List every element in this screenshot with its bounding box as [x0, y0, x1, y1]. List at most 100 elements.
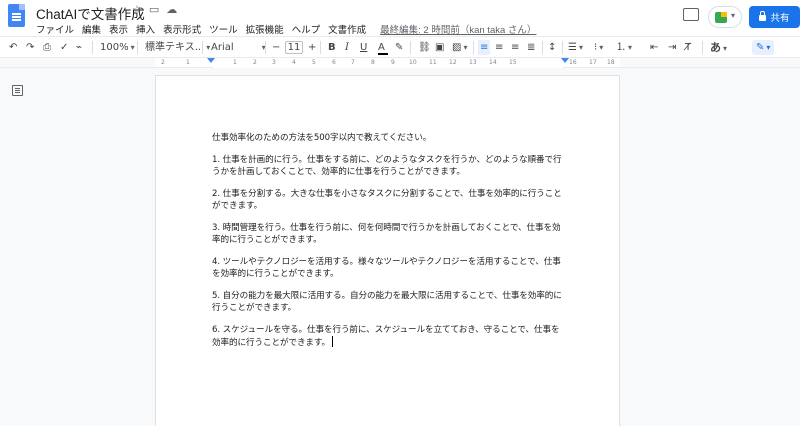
document-title[interactable]: ChatAIで文書作成 — [36, 3, 145, 23]
undo-icon[interactable]: ↶ — [9, 40, 17, 55]
star-icon[interactable]: ☆ — [132, 3, 142, 16]
ruler-mark: 9 — [391, 59, 395, 66]
ruler-mark: 16 — [569, 59, 577, 66]
insert-link-icon[interactable]: ⛓ — [418, 40, 431, 55]
insert-image-icon[interactable]: ▨ ▾ — [452, 40, 467, 55]
input-tools-button[interactable]: あ ▾ — [710, 40, 727, 55]
clear-formatting-icon[interactable]: T̸ — [685, 40, 691, 55]
chevron-down-icon: ▾ — [206, 43, 211, 52]
menu-file[interactable]: ファイル — [36, 22, 74, 36]
list-paragraph-4: 4. ツールやテクノロジーを活用する。様々なツールやテクノロジーを活用することで… — [212, 257, 561, 279]
menu-bar: ファイル 編集 表示 挿入 表示形式 ツール 拡張機能 ヘルプ 文書作成 最終編… — [36, 22, 536, 36]
ruler[interactable]: 2 1 1 2 3 4 5 6 7 8 9 10 11 12 13 14 15 … — [155, 58, 620, 68]
ruler-mark: 13 — [469, 59, 477, 66]
share-button[interactable]: 共有 — [749, 6, 800, 28]
ruler-mark: 3 — [272, 59, 276, 66]
menu-insert[interactable]: 挿入 — [136, 22, 155, 36]
ruler-mark: 2 — [253, 59, 257, 66]
list-paragraph-6-text: 6. スケジュールを守る。仕事を行う前に、スケジュールを立てておき、守ることで、… — [212, 325, 560, 348]
docs-logo-icon[interactable] — [8, 4, 25, 27]
toolbar-divider — [702, 41, 703, 54]
checklist-icon[interactable]: ☰ ▾ — [568, 40, 583, 55]
comment-history-icon[interactable] — [683, 8, 699, 21]
underline-button[interactable]: U — [360, 40, 367, 55]
align-right-icon[interactable]: ≡ — [511, 40, 519, 55]
italic-button[interactable]: I — [345, 40, 349, 55]
menu-tools[interactable]: ツール — [209, 22, 238, 36]
paragraph-style-select[interactable]: 標準テキス... ▾ — [145, 40, 210, 55]
paint-format-icon[interactable]: ⌁ — [76, 40, 82, 55]
ruler-mark: 6 — [332, 59, 336, 66]
menu-extensions[interactable]: 拡張機能 — [246, 22, 284, 36]
font-size-input[interactable]: 11 — [285, 41, 303, 54]
redo-icon[interactable]: ↷ — [26, 40, 34, 55]
list-paragraph-1: 1. 仕事を計画的に行う。仕事をする前に、どのようなタスクを行うか、どのような順… — [212, 155, 562, 177]
ruler-mark: 2 — [161, 59, 165, 66]
increase-indent-icon[interactable]: ⇥ — [668, 40, 676, 55]
menu-edit[interactable]: 編集 — [82, 22, 101, 36]
menu-help[interactable]: ヘルプ — [292, 22, 321, 36]
ruler-mark: 17 — [589, 59, 597, 66]
toolbar-divider — [562, 41, 563, 54]
document-page[interactable]: 仕事効率化のための方法を500字以内で教えてください。 1. 仕事を計画的に行う… — [155, 75, 620, 426]
chevron-down-icon: ▾ — [723, 44, 728, 53]
font-select[interactable]: Arial ▾ — [211, 40, 266, 55]
ruler-mark: 18 — [607, 59, 615, 66]
list-paragraph-6: 6. スケジュールを守る。仕事を行う前に、スケジュールを立てておき、守ることで、… — [212, 324, 562, 349]
toolbar-divider — [137, 41, 138, 54]
chevron-down-icon: ▾ — [731, 11, 736, 20]
ruler-mark: 8 — [371, 59, 375, 66]
line-spacing-icon[interactable]: ↕ — [548, 40, 556, 55]
justify-icon[interactable]: ≣ — [527, 40, 535, 55]
numbered-list-icon[interactable]: ⒈ ▾ — [616, 40, 632, 55]
document-outline-icon[interactable] — [12, 85, 23, 96]
toolbar-divider — [473, 41, 474, 54]
ruler-mark: 4 — [292, 59, 296, 66]
title-icons: ☆ ▭ ☁ — [132, 3, 177, 16]
right-indent-marker[interactable] — [561, 58, 569, 63]
decrease-indent-icon[interactable]: ⇤ — [650, 40, 658, 55]
menu-document-creation[interactable]: 文書作成 — [328, 22, 366, 36]
editing-mode-button[interactable]: ✎ ▾ — [752, 40, 775, 55]
text-color-button[interactable]: A — [378, 40, 388, 55]
toolbar-divider — [265, 41, 266, 54]
ruler-mark: 10 — [409, 59, 417, 66]
toolbar: ↶ ↷ ⎙ ✓ ⌁ 100% ▾ 標準テキス... ▾ Arial ▾ − 11 + … — [0, 36, 800, 58]
app-header: ChatAIで文書作成 ☆ ▭ ☁ ファイル 編集 表示 挿入 表示形式 ツール… — [0, 0, 800, 36]
highlight-color-icon[interactable]: ✎ — [395, 40, 403, 55]
decrease-font-size-button[interactable]: − — [272, 40, 280, 55]
chevron-down-icon: ▾ — [599, 43, 604, 52]
increase-font-size-button[interactable]: + — [308, 40, 316, 55]
print-icon[interactable]: ⎙ — [43, 40, 51, 55]
ruler-mark: 1 — [186, 59, 190, 66]
menu-format[interactable]: 表示形式 — [163, 22, 201, 36]
move-folder-icon[interactable]: ▭ — [149, 3, 159, 16]
add-comment-icon[interactable]: ▣ — [435, 40, 444, 55]
align-left-icon[interactable]: ≡ — [478, 40, 491, 55]
zoom-select[interactable]: 100% ▾ — [100, 40, 135, 55]
bold-button[interactable]: B — [328, 40, 336, 55]
cloud-status-icon[interactable]: ☁ — [166, 3, 177, 16]
toolbar-divider — [202, 41, 203, 54]
menu-view[interactable]: 表示 — [109, 22, 128, 36]
spellcheck-icon[interactable]: ✓ — [60, 40, 68, 55]
bulleted-list-icon[interactable]: ⁝ ▾ — [594, 40, 603, 55]
chevron-down-icon: ▾ — [628, 43, 633, 52]
left-indent-marker[interactable] — [207, 58, 215, 63]
meet-button[interactable]: ▾ — [708, 6, 742, 28]
ruler-mark: 5 — [312, 59, 316, 66]
share-label: 共有 — [770, 13, 790, 24]
ruler-mark: 1 — [233, 59, 237, 66]
ruler-mark: 14 — [489, 59, 497, 66]
chevron-down-icon: ▾ — [766, 43, 771, 52]
chevron-down-icon: ▾ — [578, 43, 583, 52]
ruler-mark: 7 — [351, 59, 355, 66]
last-edit-link[interactable]: 最終編集: 2 時間前（kan taka さん） — [380, 22, 536, 36]
scrollbar[interactable] — [796, 68, 800, 426]
align-center-icon[interactable]: ≡ — [495, 40, 503, 55]
document-body[interactable]: 仕事効率化のための方法を500字以内で教えてください。 1. 仕事を計画的に行う… — [212, 132, 562, 359]
toolbar-divider — [542, 41, 543, 54]
toolbar-divider — [320, 41, 321, 54]
ruler-mark: 12 — [449, 59, 457, 66]
meet-icon — [715, 12, 727, 23]
